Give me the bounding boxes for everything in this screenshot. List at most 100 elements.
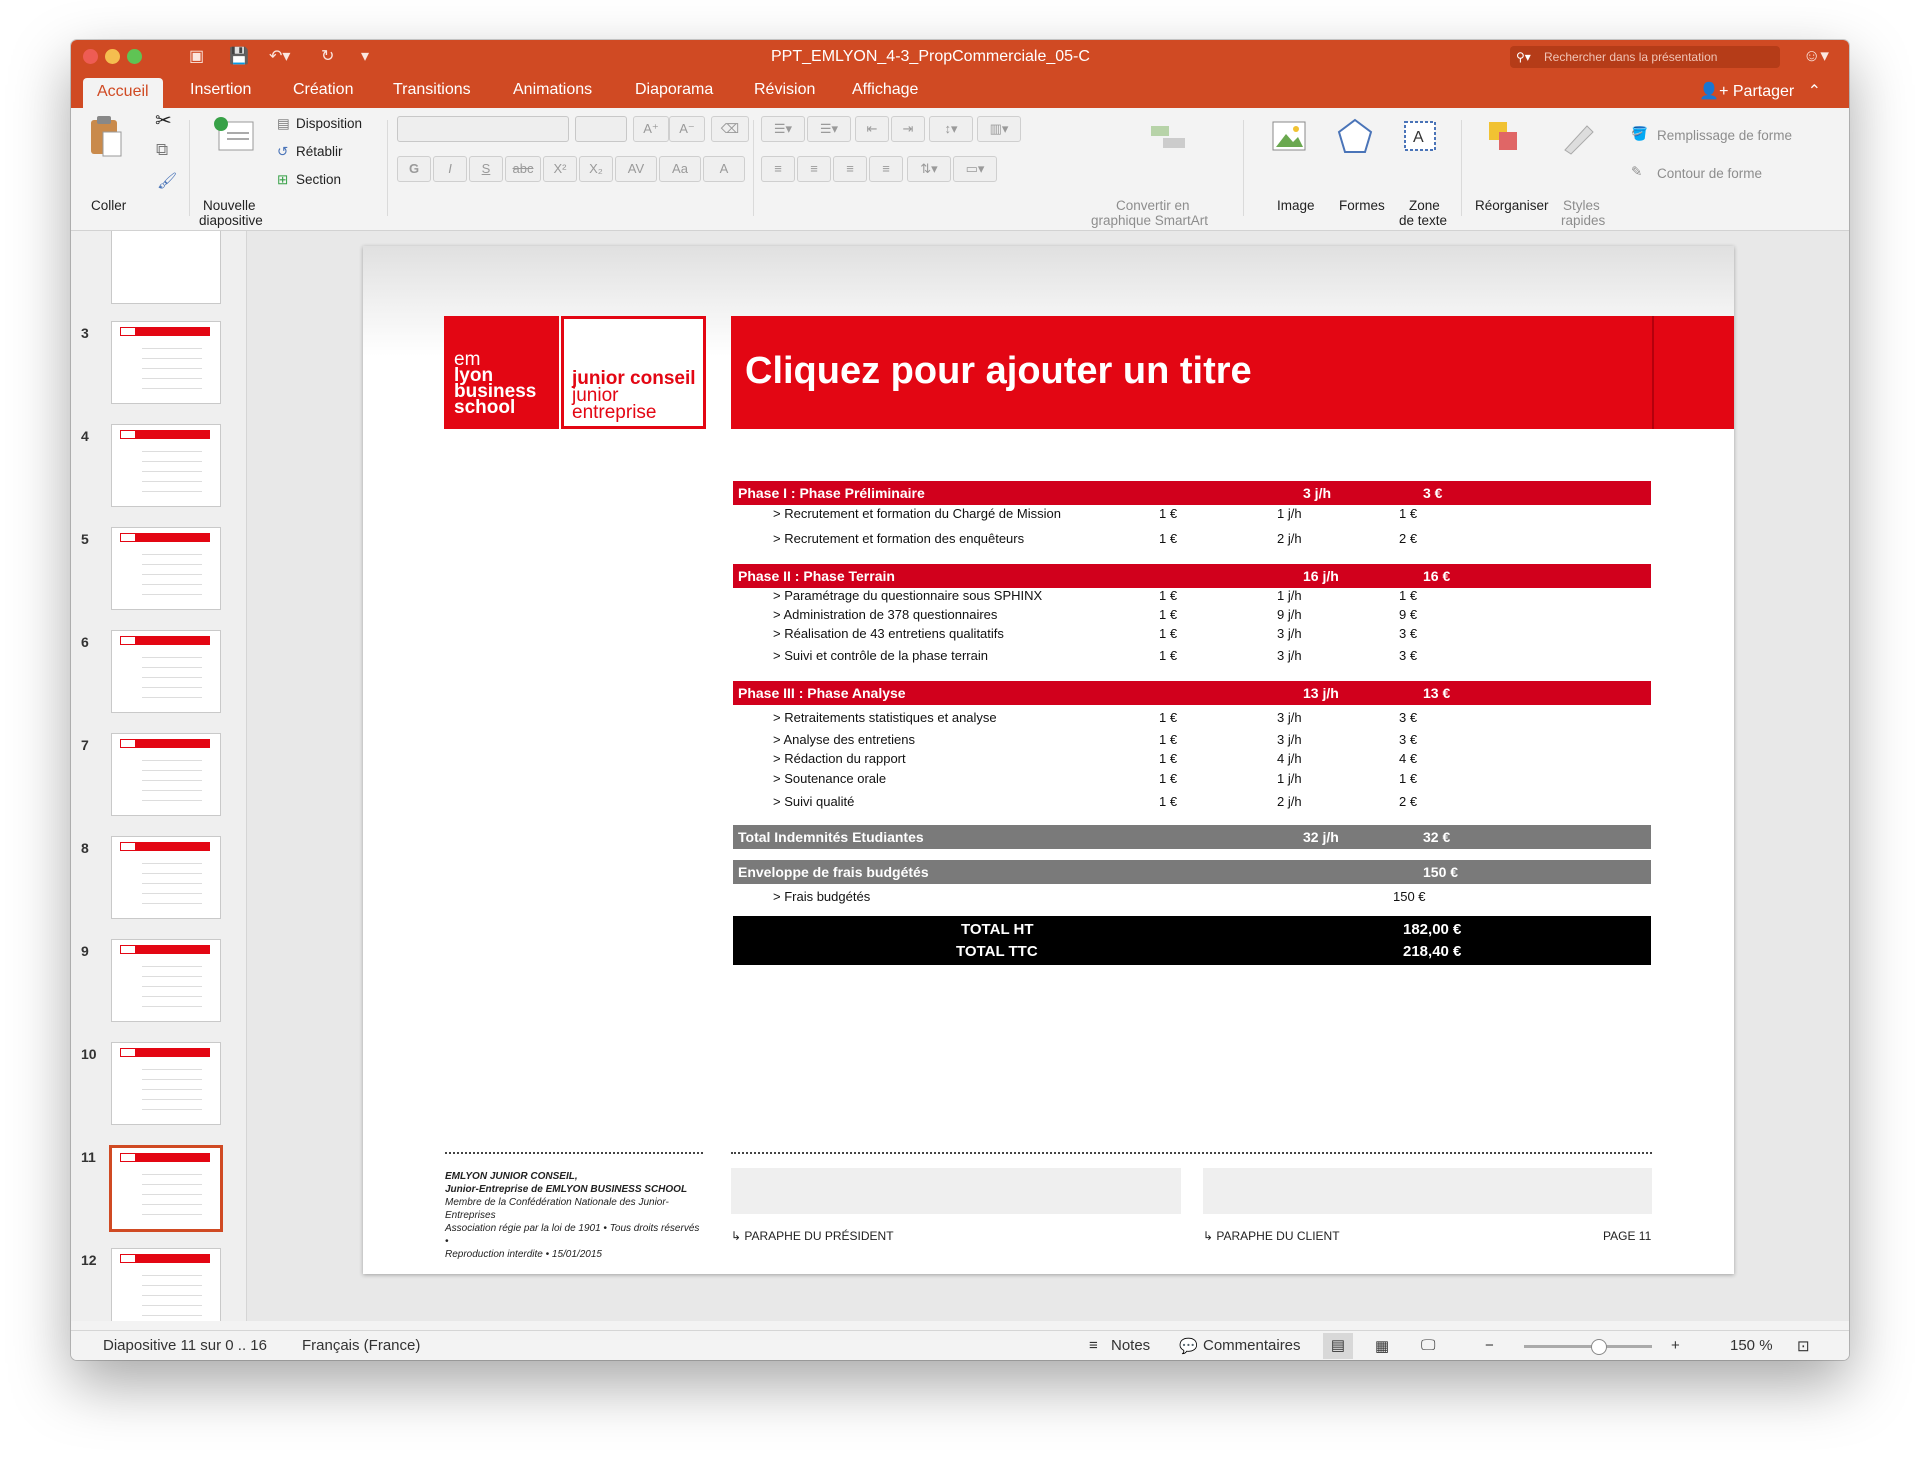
item-days: 1 j/h: [1277, 506, 1302, 521]
redo-icon[interactable]: ↻: [321, 46, 334, 66]
thumbnail-content-line: [142, 697, 202, 698]
slide-thumbnail[interactable]: [111, 527, 221, 610]
bullets-button[interactable]: ☰▾: [761, 116, 805, 142]
slide-thumbnail[interactable]: [111, 630, 221, 713]
tab-revision[interactable]: Révision: [754, 81, 815, 99]
total-indemnites-row[interactable]: Total Indemnités Etudiantes 32 j/h 32 €: [733, 825, 1651, 849]
increase-indent-button[interactable]: ⇥: [891, 116, 925, 142]
decrease-indent-button[interactable]: ⇤: [855, 116, 889, 142]
title-placeholder[interactable]: Cliquez pour ajouter un titre: [731, 316, 1734, 429]
comments-button[interactable]: Commentaires: [1203, 1337, 1301, 1354]
tab-transitions[interactable]: Transitions: [393, 81, 471, 99]
superscript-button[interactable]: X²: [543, 156, 577, 182]
bold-button[interactable]: G: [397, 156, 431, 182]
presenter-view-icon[interactable]: 🖵: [1421, 1337, 1435, 1354]
copy-icon[interactable]: ⧉: [156, 141, 168, 158]
zoom-percentage[interactable]: 150 %: [1730, 1337, 1773, 1354]
junior-conseil-logo: junior conseil junior entreprise: [561, 316, 706, 429]
change-case-button[interactable]: Aa: [659, 156, 701, 182]
clear-format-button[interactable]: ⌫: [711, 116, 749, 142]
share-button[interactable]: 👤+ Partager ⌃: [1699, 81, 1821, 101]
item-label: > Réalisation de 43 entretiens qualitati…: [773, 626, 1004, 641]
strikethrough-button[interactable]: abc: [505, 156, 541, 182]
sidebar-toggle-icon[interactable]: ▣: [189, 46, 204, 66]
zoom-window-button[interactable]: [127, 49, 142, 64]
format-painter-icon[interactable]: 🖌: [157, 174, 177, 190]
language-indicator[interactable]: Français (France): [302, 1337, 420, 1354]
smiley-feedback-icon[interactable]: ☺▾: [1803, 46, 1829, 66]
justify-button[interactable]: ≡: [869, 156, 903, 182]
subscript-button[interactable]: X₂: [579, 156, 613, 182]
text-direction-button[interactable]: ⇅▾: [907, 156, 951, 182]
search-input[interactable]: ⚲▾ Rechercher dans la présentation: [1510, 46, 1780, 68]
slide-thumbnail[interactable]: [109, 1145, 223, 1232]
slide[interactable]: em lyon business school junior conseil j…: [363, 246, 1734, 1274]
align-center-button[interactable]: ≡: [797, 156, 831, 182]
title-divider: [1652, 316, 1654, 429]
thumbnail-partial[interactable]: [111, 231, 221, 304]
collapse-ribbon-icon[interactable]: ⌃: [1799, 83, 1821, 100]
tab-affichage[interactable]: Affichage: [852, 81, 918, 99]
item-rate: 1 €: [1159, 751, 1178, 766]
cut-icon[interactable]: ✂: [155, 111, 172, 131]
align-left-button[interactable]: ≡: [761, 156, 795, 182]
fit-to-window-icon[interactable]: ⊡: [1797, 1337, 1810, 1355]
title-bar: ▣ 💾 ↶▾ ↻ ▾ PPT_EMLYON_4-3_PropCommercial…: [71, 40, 1849, 74]
close-window-button[interactable]: [83, 49, 98, 64]
footer-divider-right: [731, 1152, 1652, 1154]
align-right-button[interactable]: ≡: [833, 156, 867, 182]
tab-insertion[interactable]: Insertion: [190, 81, 251, 99]
align-text-button[interactable]: ▭▾: [953, 156, 997, 182]
font-color-button[interactable]: A: [703, 156, 745, 182]
zoom-slider-thumb[interactable]: [1591, 1339, 1608, 1355]
slide-thumbnail-pane[interactable]: 345678910111213: [71, 231, 247, 1321]
slide-thumbnail[interactable]: [111, 939, 221, 1022]
phase-header-row[interactable]: Phase III : Phase Analyse 13 j/h 13 €: [733, 681, 1651, 705]
reset-label: Rétablir: [296, 144, 343, 159]
slide-thumbnail[interactable]: [111, 424, 221, 507]
frais-header-row[interactable]: Enveloppe de frais budgétés 150 €: [733, 860, 1651, 884]
notes-button[interactable]: Notes: [1111, 1337, 1150, 1354]
char-spacing-button[interactable]: AV: [615, 156, 657, 182]
zoom-slider[interactable]: [1524, 1339, 1652, 1355]
slide-thumbnail[interactable]: [111, 1248, 221, 1321]
phase-header-row[interactable]: Phase II : Phase Terrain 16 j/h 16 €: [733, 564, 1651, 588]
slide-title[interactable]: Cliquez pour ajouter un titre: [745, 350, 1252, 393]
tab-accueil[interactable]: Accueil: [83, 78, 163, 109]
numbering-button[interactable]: ☰▾: [807, 116, 851, 142]
italic-button[interactable]: I: [433, 156, 467, 182]
new-slide-icon: [214, 117, 254, 151]
line-spacing-button[interactable]: ↕▾: [929, 116, 973, 142]
save-icon[interactable]: 💾: [229, 46, 249, 66]
tab-diaporama[interactable]: Diaporama: [635, 81, 713, 99]
frais-item-total: 150 €: [1393, 889, 1426, 904]
zoom-in-button[interactable]: +: [1671, 1337, 1680, 1354]
item-total: 1 €: [1399, 771, 1418, 786]
slide-thumbnail[interactable]: [111, 321, 221, 404]
normal-view-icon[interactable]: ▤: [1323, 1333, 1353, 1359]
tab-creation[interactable]: Création: [293, 81, 353, 99]
grow-font-button[interactable]: A⁺: [633, 116, 669, 142]
comments-icon[interactable]: 💬: [1179, 1337, 1198, 1355]
font-name-select[interactable]: [397, 116, 569, 142]
columns-button[interactable]: ▥▾: [977, 116, 1021, 142]
slide-thumbnail[interactable]: [111, 836, 221, 919]
president-signature-box[interactable]: [731, 1168, 1181, 1214]
grand-total-block[interactable]: TOTAL HT 182,00 € TOTAL TTC 218,40 €: [733, 916, 1651, 965]
slide-thumbnail[interactable]: [111, 733, 221, 816]
shrink-font-button[interactable]: A⁻: [669, 116, 705, 142]
client-signature-box[interactable]: [1203, 1168, 1652, 1214]
slide-thumbnail[interactable]: [111, 1042, 221, 1125]
thumbnail-content-line: [142, 996, 202, 997]
slide-sorter-icon[interactable]: ▦: [1375, 1337, 1389, 1355]
undo-icon[interactable]: ↶▾: [269, 46, 290, 66]
phase-header-row[interactable]: Phase I : Phase Préliminaire 3 j/h 3 €: [733, 481, 1651, 505]
minimize-window-button[interactable]: [105, 49, 120, 64]
notes-icon[interactable]: ≡: [1089, 1337, 1098, 1354]
customize-toolbar-icon[interactable]: ▾: [361, 46, 369, 66]
image-label: Image: [1277, 198, 1315, 213]
underline-button[interactable]: S: [469, 156, 503, 182]
tab-animations[interactable]: Animations: [513, 81, 592, 99]
zoom-out-button[interactable]: −: [1485, 1337, 1494, 1354]
font-size-select[interactable]: [575, 116, 627, 142]
